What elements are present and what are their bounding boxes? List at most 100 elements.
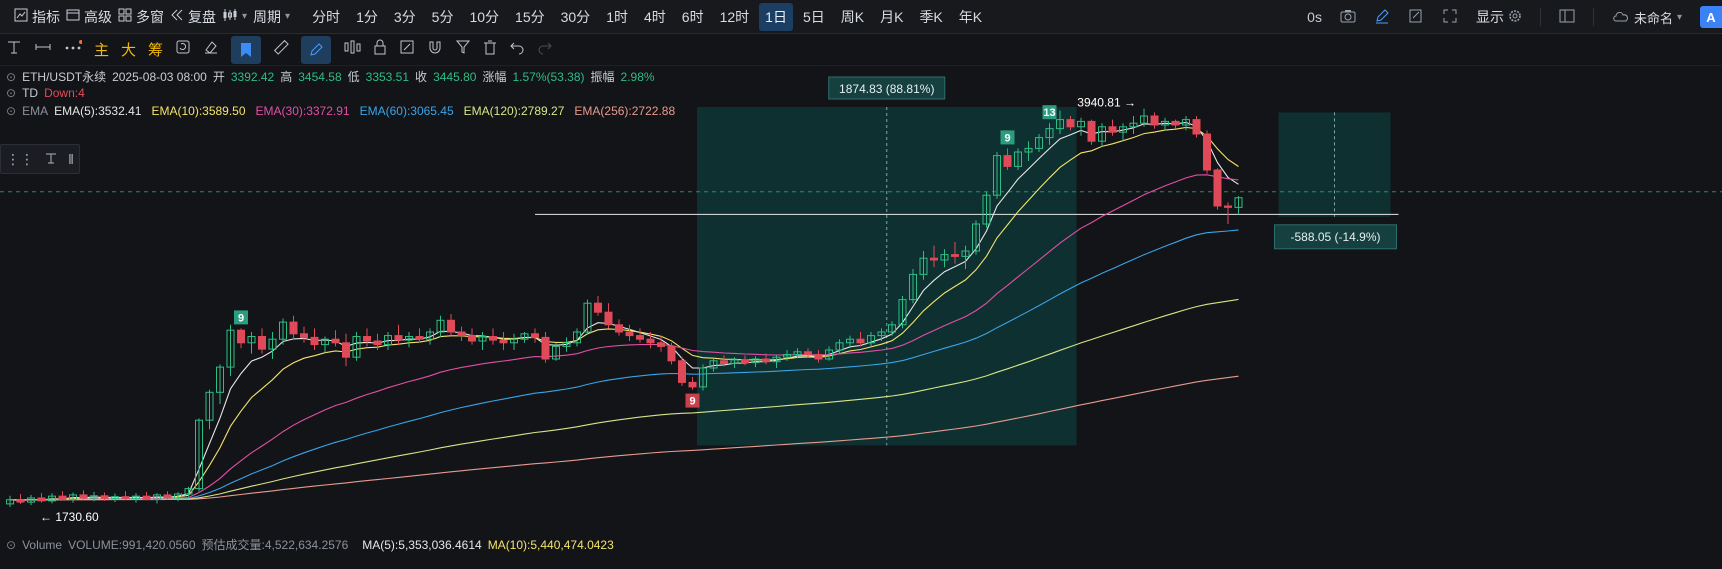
candle-body	[636, 335, 644, 340]
candles-icon[interactable]	[343, 39, 361, 60]
candle-body	[709, 360, 718, 369]
candle-body	[352, 336, 361, 358]
display-button[interactable]: 显示	[1476, 7, 1522, 27]
period-tab[interactable]: 1时	[600, 3, 634, 31]
period-tab[interactable]: 月K	[874, 3, 909, 31]
candle-body	[1045, 128, 1054, 139]
candle-body	[951, 254, 959, 257]
candle-body	[772, 356, 781, 363]
candle-body	[1066, 119, 1075, 128]
collapse-icon[interactable]: ⊙	[6, 86, 16, 100]
period-tab[interactable]: 12时	[714, 3, 756, 31]
period-tab[interactable]: 6时	[676, 3, 710, 31]
td-marker-label: 9	[689, 396, 695, 408]
period-tab[interactable]: 3分	[388, 3, 422, 31]
main-chart-button[interactable]: 主	[94, 39, 109, 60]
refresh-icon[interactable]	[175, 39, 191, 60]
redo-icon[interactable]	[537, 39, 553, 60]
period-tab[interactable]: 年K	[953, 3, 988, 31]
period-tab[interactable]: 10分	[463, 3, 505, 31]
period-tab[interactable]: 1日	[759, 2, 793, 31]
td-label: TD	[22, 86, 39, 100]
td-marker	[1042, 105, 1057, 120]
high-label: 高	[280, 70, 293, 84]
drag-handle-icon[interactable]: ⋮⋮	[6, 151, 34, 168]
td-marker-label: 9	[238, 312, 244, 324]
candle-body	[216, 366, 224, 393]
text-tool-icon[interactable]	[6, 39, 22, 60]
collapse-icon[interactable]: ⊙	[6, 538, 16, 552]
price-chart: 1874.83 (88.81%) -588.05 (-14.9%) 9 9 9 13 394…	[0, 76, 1722, 524]
symbol-label: ETH/USDT永续	[22, 70, 107, 84]
brush-icon[interactable]	[301, 35, 332, 64]
workspace-dropdown[interactable]: 未命名 ▾	[1612, 8, 1682, 27]
collapse-icon[interactable]: ⊙	[6, 70, 16, 84]
gear-icon	[1508, 9, 1522, 26]
candle-body	[426, 331, 434, 340]
edit-icon[interactable]	[1408, 8, 1424, 27]
pen-icon[interactable]	[1374, 8, 1390, 27]
period-tab[interactable]: 15分	[509, 3, 551, 31]
period-tab[interactable]: 1分	[350, 3, 384, 31]
camera-icon[interactable]	[1340, 9, 1356, 26]
candle-body	[793, 351, 802, 355]
ema-label: EMA	[22, 104, 49, 118]
ema-line	[9, 174, 1239, 501]
period-tab[interactable]: 周K	[835, 3, 870, 31]
multi-window-button[interactable]: 多窗	[118, 7, 164, 27]
candle-body	[825, 349, 833, 360]
avatar[interactable]: A	[1700, 6, 1722, 28]
range-measure-label-bg	[828, 76, 946, 100]
period-tab[interactable]: 30分	[555, 3, 597, 31]
advanced-label: 高级	[84, 8, 112, 25]
candle-body	[153, 494, 161, 500]
trash-icon[interactable]	[483, 39, 497, 60]
change-label: 涨幅	[482, 70, 507, 84]
replay-button[interactable]: 复盘	[170, 7, 216, 27]
candle-body	[489, 336, 497, 341]
bookmark-icon[interactable]	[231, 35, 262, 64]
eraser-icon[interactable]	[203, 39, 219, 60]
candle-body	[16, 499, 25, 503]
candle-body	[541, 336, 550, 360]
candle-body	[625, 331, 634, 337]
ema-value: EMA(256):2722.88	[574, 104, 676, 118]
pause-icon[interactable]: ‖	[68, 151, 74, 167]
collapse-icon[interactable]: ⊙	[6, 104, 16, 118]
expand-icon[interactable]	[1442, 8, 1458, 27]
indicators-button[interactable]: 指标	[14, 7, 60, 27]
columns-icon[interactable]	[1559, 8, 1575, 27]
candle-body	[342, 342, 350, 358]
period-tab[interactable]: 5分	[426, 3, 460, 31]
period-dropdown[interactable]: 周期 ▾	[253, 7, 290, 27]
period-tab[interactable]: 5日	[797, 3, 831, 31]
candle-body	[27, 497, 35, 503]
period-tab[interactable]: 季K	[913, 3, 948, 31]
text-tool-icon[interactable]	[44, 151, 58, 168]
chevron-down-icon: ▾	[285, 11, 291, 22]
ema-value: EMA(120):2789.27	[463, 104, 565, 118]
line-tool-icon[interactable]	[34, 39, 52, 60]
undo-icon[interactable]	[509, 39, 525, 60]
range-measure-label: -588.05 (-14.9%)	[1290, 230, 1380, 244]
big-button[interactable]: 大	[121, 39, 136, 60]
chips-button[interactable]: 筹	[148, 39, 163, 60]
candle-body	[1056, 119, 1064, 130]
more-icon[interactable]	[64, 39, 83, 60]
ema-legend: ⊙ EMA EMA(5):3532.41 EMA(10):3589.50 EMA(3…	[6, 104, 675, 118]
ema-line	[10, 375, 1239, 501]
period-tab[interactable]: 4时	[638, 3, 672, 31]
ruler-icon[interactable]	[273, 39, 289, 60]
note-icon[interactable]	[399, 39, 415, 60]
ema-values: EMA(5):3532.41 EMA(10):3589.50 EMA(30):337…	[54, 104, 675, 118]
ema-value: EMA(60):3065.45	[359, 104, 454, 118]
low-label: 低	[347, 70, 360, 84]
chart-type-button[interactable]: ▾	[222, 8, 247, 25]
lock-icon[interactable]	[373, 39, 387, 60]
filter-icon[interactable]	[455, 39, 471, 60]
magnet-icon[interactable]	[427, 39, 443, 60]
candle-body	[58, 495, 67, 500]
period-tab[interactable]: 分时	[306, 3, 346, 31]
volume-legend: ⊙ Volume VOLUME:991,420.0560 预估成交量:4,522…	[6, 536, 614, 553]
advanced-button[interactable]: 高级	[66, 7, 112, 27]
